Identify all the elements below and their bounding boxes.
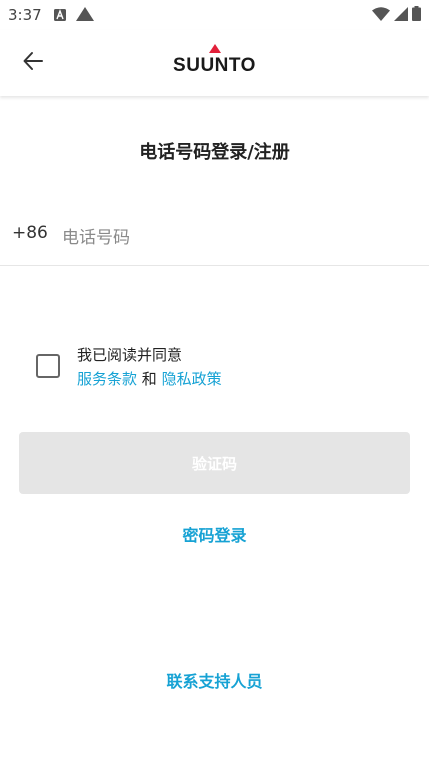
agree-checkbox[interactable] xyxy=(36,354,60,378)
status-right-icons xyxy=(372,5,421,25)
password-login-link[interactable]: 密码登录 xyxy=(0,522,429,546)
agreement-text: 我已阅读并同意 xyxy=(77,346,183,364)
app-bar: SUUNTO xyxy=(0,30,429,96)
privacy-policy-link[interactable]: 隐私政策 xyxy=(162,370,222,388)
terms-of-service-link[interactable]: 服务条款 xyxy=(77,370,137,388)
status-time: 3:37 xyxy=(8,6,42,24)
page-title: 电话号码登录/注册 xyxy=(139,142,290,163)
logo-triangle-icon xyxy=(0,44,429,53)
status-left-icons xyxy=(53,6,94,25)
phone-input-row: +86 xyxy=(0,210,429,266)
warning-triangle-icon xyxy=(75,6,94,25)
brand-name: SUUNTO xyxy=(173,55,256,76)
cellular-signal-icon xyxy=(394,6,408,25)
agreement-row: 我已阅读并同意 服务条款 和 隐私政策 xyxy=(34,343,394,393)
notification-a-icon xyxy=(53,6,66,25)
status-bar: 3:37 xyxy=(0,0,429,30)
wifi-icon xyxy=(372,6,390,25)
agreement-conjunction: 和 xyxy=(141,370,157,388)
suunto-logo: SUUNTO xyxy=(0,44,429,77)
agreement-links: 服务条款 和 隐私政策 xyxy=(77,368,222,389)
contact-support-link[interactable]: 联系支持人员 xyxy=(0,668,429,692)
battery-icon xyxy=(412,5,421,25)
phone-number-input[interactable] xyxy=(62,218,412,258)
country-code[interactable]: +86 xyxy=(12,223,48,243)
get-code-button[interactable]: 验证码 xyxy=(19,432,410,494)
